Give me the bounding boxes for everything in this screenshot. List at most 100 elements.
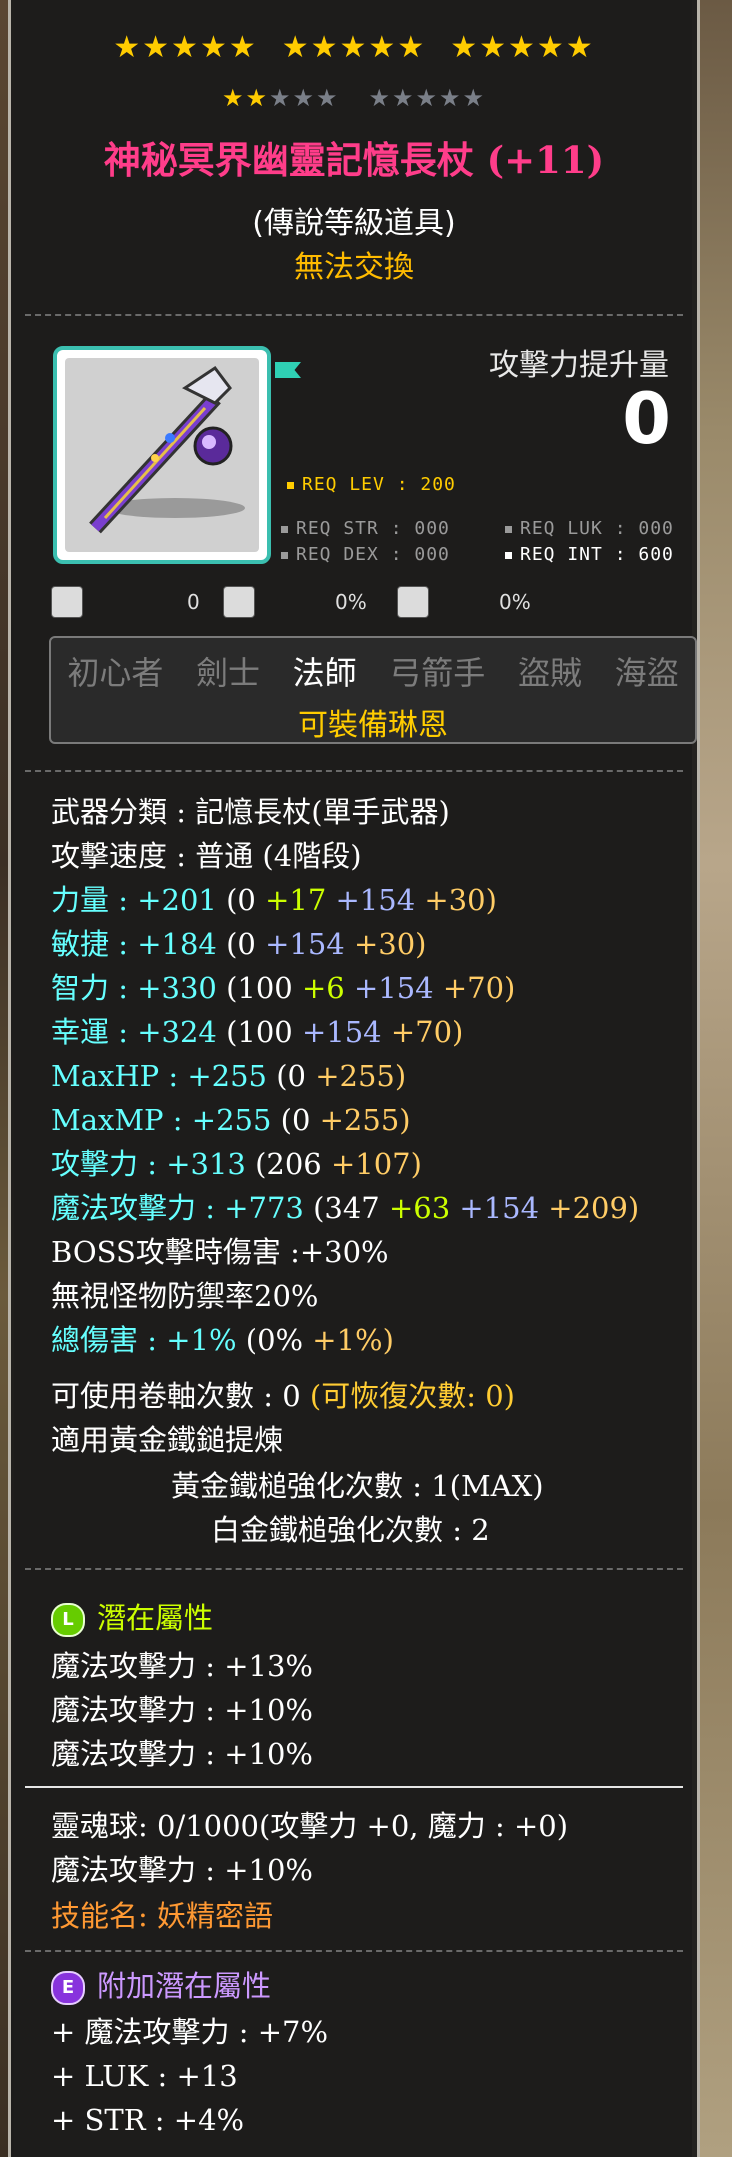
shield-icon [397,586,429,618]
job-beginner: 初心者 [67,654,164,692]
potential-line: 魔法攻擊力 : +10% [51,1737,313,1771]
stat-attack-speed: 攻擊速度 : 普通 (4階段) [51,839,362,873]
stat-total: +773 [224,1191,304,1225]
stat-ignore-defense: 無視怪物防禦率20% [51,1279,319,1313]
stat-total: +255 [191,1103,272,1137]
stat-flame: +17 [265,883,327,917]
bonus-potential-line: + 魔法攻擊力 : +7% [51,2015,329,2049]
stat-label: 攻擊力 : [51,1147,157,1181]
bullet-icon [281,551,288,559]
req-str: REQ STR : 000 [281,518,450,539]
req-int: REQ INT : 600 [505,544,674,565]
stat-enhance: +70) [390,1015,464,1049]
stat-base: (0 [276,1059,306,1093]
empty-stars: ★★★★★ [368,84,487,112]
stat-starforce: +154 [353,971,434,1005]
bullet-icon [281,525,288,533]
equip-note: 可裝備琳恩 [298,708,448,743]
untradable-label: 無法交換 [294,250,414,285]
bonus-potential-header: E 附加潛在屬性 [51,1966,271,2006]
stat-total: +255 [187,1059,268,1093]
stat-label: 力量 : [51,883,128,917]
stat-base: (100 [226,971,293,1005]
stat-enhance: +1%) [312,1323,394,1357]
divider [25,1786,683,1788]
req-str-text: REQ STR : 000 [296,518,450,539]
stat-base: (206 [255,1147,322,1181]
stat-dex: 敏捷 : +184 (0 +154 +30) [51,924,426,964]
job-requirement-box: 初心者 劍士 法師 弓箭手 盜賊 海盜 可裝備琳恩 [49,636,697,744]
soul-line: 靈魂球: 0/1000(攻擊力 +0, 魔力 : +0) [51,1809,569,1843]
stat-label: MaxHP : [51,1059,179,1093]
star-group: ★★★★★ [450,30,595,65]
divider [25,1568,683,1570]
filled-stars: ★★ [221,84,269,112]
job-list: 初心者 劍士 法師 弓箭手 盜賊 海盜 [51,648,695,694]
stat-enhance: +30) [353,927,427,961]
item-tooltip: ★★★★★ ★★★★★ ★★★★★ ★★★★★ ★★★★★ 神秘冥界幽靈記憶長杖 (… [8,0,700,2157]
stat-base: (347 [313,1191,380,1225]
star-group: ★★★★★ [113,30,258,65]
stat-total: +313 [166,1147,246,1181]
job-magician: 法師 [292,654,357,692]
stat-base: (0 [226,927,256,961]
stat-label: 幸運 : [51,1015,128,1049]
req-level: REQ LEV : 200 [287,474,456,495]
stat-enhance: +70) [442,971,516,1005]
potential-line: 魔法攻擊力 : +13% [51,1649,313,1683]
req-dex-text: REQ DEX : 000 [296,544,450,565]
upload-icon [223,586,255,618]
stat-magic-attack: 魔法攻擊力 : +773 (347 +63 +154 +209) [51,1188,639,1228]
potential-line: 魔法攻擊力 : +10% [51,1693,313,1727]
stat-enhance: +107) [330,1147,422,1181]
divider [25,1950,683,1952]
bonus-potential-line: + STR : +4% [51,2103,245,2137]
stat-weapon-type: 武器分類 : 記憶長杖(單手武器) [51,795,450,829]
stat-total-damage: 總傷害 : +1% (0% +1%) [51,1320,394,1360]
stat-attack: 攻擊力 : +313 (206 +107) [51,1144,422,1184]
stat-label: 魔法攻擊力 : [51,1191,215,1225]
divider [25,314,683,316]
star-force-row-2: ★★★★★ ★★★★★ [11,84,697,112]
stat-total: +324 [137,1015,217,1049]
staff-icon [65,358,259,552]
job-thief: 盜賊 [517,654,582,692]
soul-skill: 技能名: 妖精密語 [51,1899,273,1933]
stat-label: MaxMP : [51,1103,183,1137]
upgrades-text: 可使用卷軸次數 : 0 [51,1379,301,1413]
stat-total: +330 [137,971,217,1005]
stat-enhance: +30) [424,883,497,917]
stat-golden-hammer: 適用黃金鐵鎚提煉 [51,1423,284,1457]
stat-starforce: +154 [335,883,416,917]
misc-value-b: 0% [335,590,367,614]
stat-luk: 幸運 : +324 (100 +154 +70) [51,1012,463,1052]
stat-enhance: +255) [315,1059,407,1093]
stat-total: +184 [137,927,217,961]
stat-label: 智力 : [51,971,128,1005]
stat-base: (0 [226,883,256,917]
job-archer: 弓箭手 [389,654,486,692]
stat-label: 敏捷 : [51,927,128,961]
bullet-icon [287,481,294,489]
legendary-grade-icon: L [51,1603,85,1637]
stat-upgrades: 可使用卷軸次數 : 0 (可恢復次數: 0) [51,1376,515,1416]
stat-enhance: +209) [548,1191,640,1225]
divider [25,770,683,772]
upgrades-restore-text: (可恢復次數: 0) [309,1379,515,1413]
flag-icon [275,362,301,378]
stat-golden-hammer-count: 黃金鐵槌強化次數 : 1(MAX) [171,1469,544,1503]
stat-maxhp: MaxHP : +255 (0 +255) [51,1056,406,1096]
job-pirate: 海盜 [614,654,679,692]
stat-label: 總傷害 : [51,1323,157,1357]
item-name: 神秘冥界幽靈記憶長杖 (+11) [103,138,605,182]
stat-base: (100 [226,1015,293,1049]
stat-base: (0 [280,1103,311,1137]
stat-enhance: +255) [319,1103,411,1137]
bonus-potential-title: 附加潛在屬性 [97,1969,272,2003]
stat-total: +201 [137,883,217,917]
bullet-icon [505,551,512,559]
misc-value-c: 0% [499,590,531,614]
attack-increase-value: 0 [622,378,671,460]
stat-platinum-hammer-count: 白金鐵槌強化次數 : 2 [211,1513,490,1547]
stat-maxmp: MaxMP : +255 (0 +255) [51,1100,411,1140]
